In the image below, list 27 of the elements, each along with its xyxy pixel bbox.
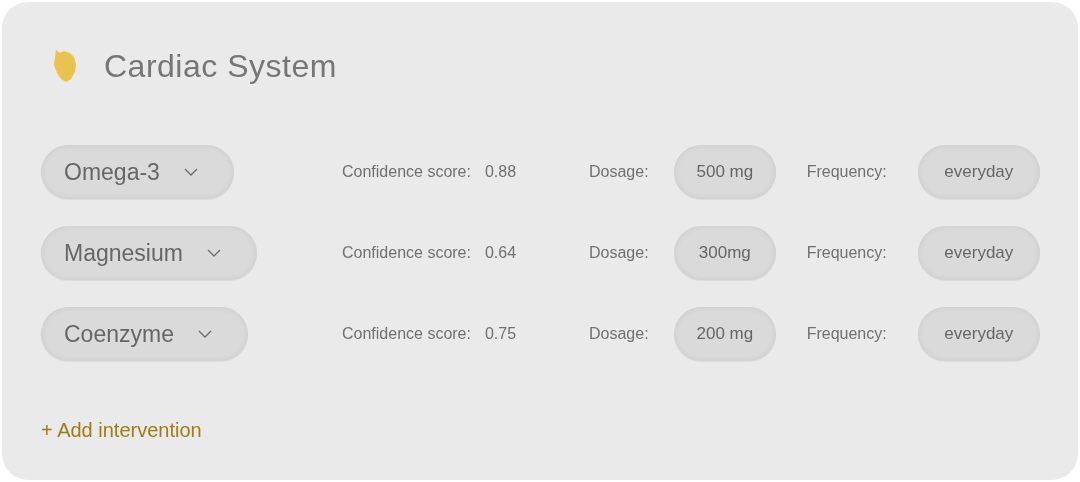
confidence-value: 0.64 — [484, 244, 517, 262]
dosage-label: Dosage: — [589, 325, 650, 343]
supplement-dropdown[interactable]: Omega-3 — [41, 145, 234, 199]
frequency-label: Frequency: — [806, 163, 888, 181]
dosage-label: Dosage: — [589, 163, 650, 181]
frequency-label: Frequency: — [806, 244, 888, 262]
dosage-field[interactable]: 300mg — [674, 226, 776, 280]
dosage-label: Dosage: — [589, 244, 650, 262]
frequency-field[interactable]: everyday — [917, 145, 1040, 199]
frequency-field[interactable]: everyday — [917, 226, 1040, 280]
supplement-dropdown[interactable]: Magnesium — [41, 226, 257, 280]
confidence-label: Confidence score: — [342, 163, 471, 181]
add-intervention-button[interactable]: + Add intervention — [41, 419, 202, 442]
frequency-field[interactable]: everyday — [917, 307, 1040, 361]
dosage-field[interactable]: 200 mg — [674, 307, 776, 361]
chevron-down-icon — [206, 249, 221, 257]
chevron-down-icon — [183, 168, 198, 176]
frequency-label: Frequency: — [806, 325, 888, 343]
section-title: Cardiac System — [104, 47, 337, 85]
dosage-field[interactable]: 500 mg — [674, 145, 776, 199]
confidence-label: Confidence score: — [342, 244, 471, 262]
chevron-down-icon — [197, 330, 212, 338]
confidence-label: Confidence score: — [342, 325, 471, 343]
confidence-value: 0.75 — [484, 325, 517, 343]
heart-icon — [52, 48, 78, 84]
supplement-dropdown[interactable]: Coenzyme — [41, 307, 248, 361]
confidence-value: 0.88 — [484, 163, 517, 181]
